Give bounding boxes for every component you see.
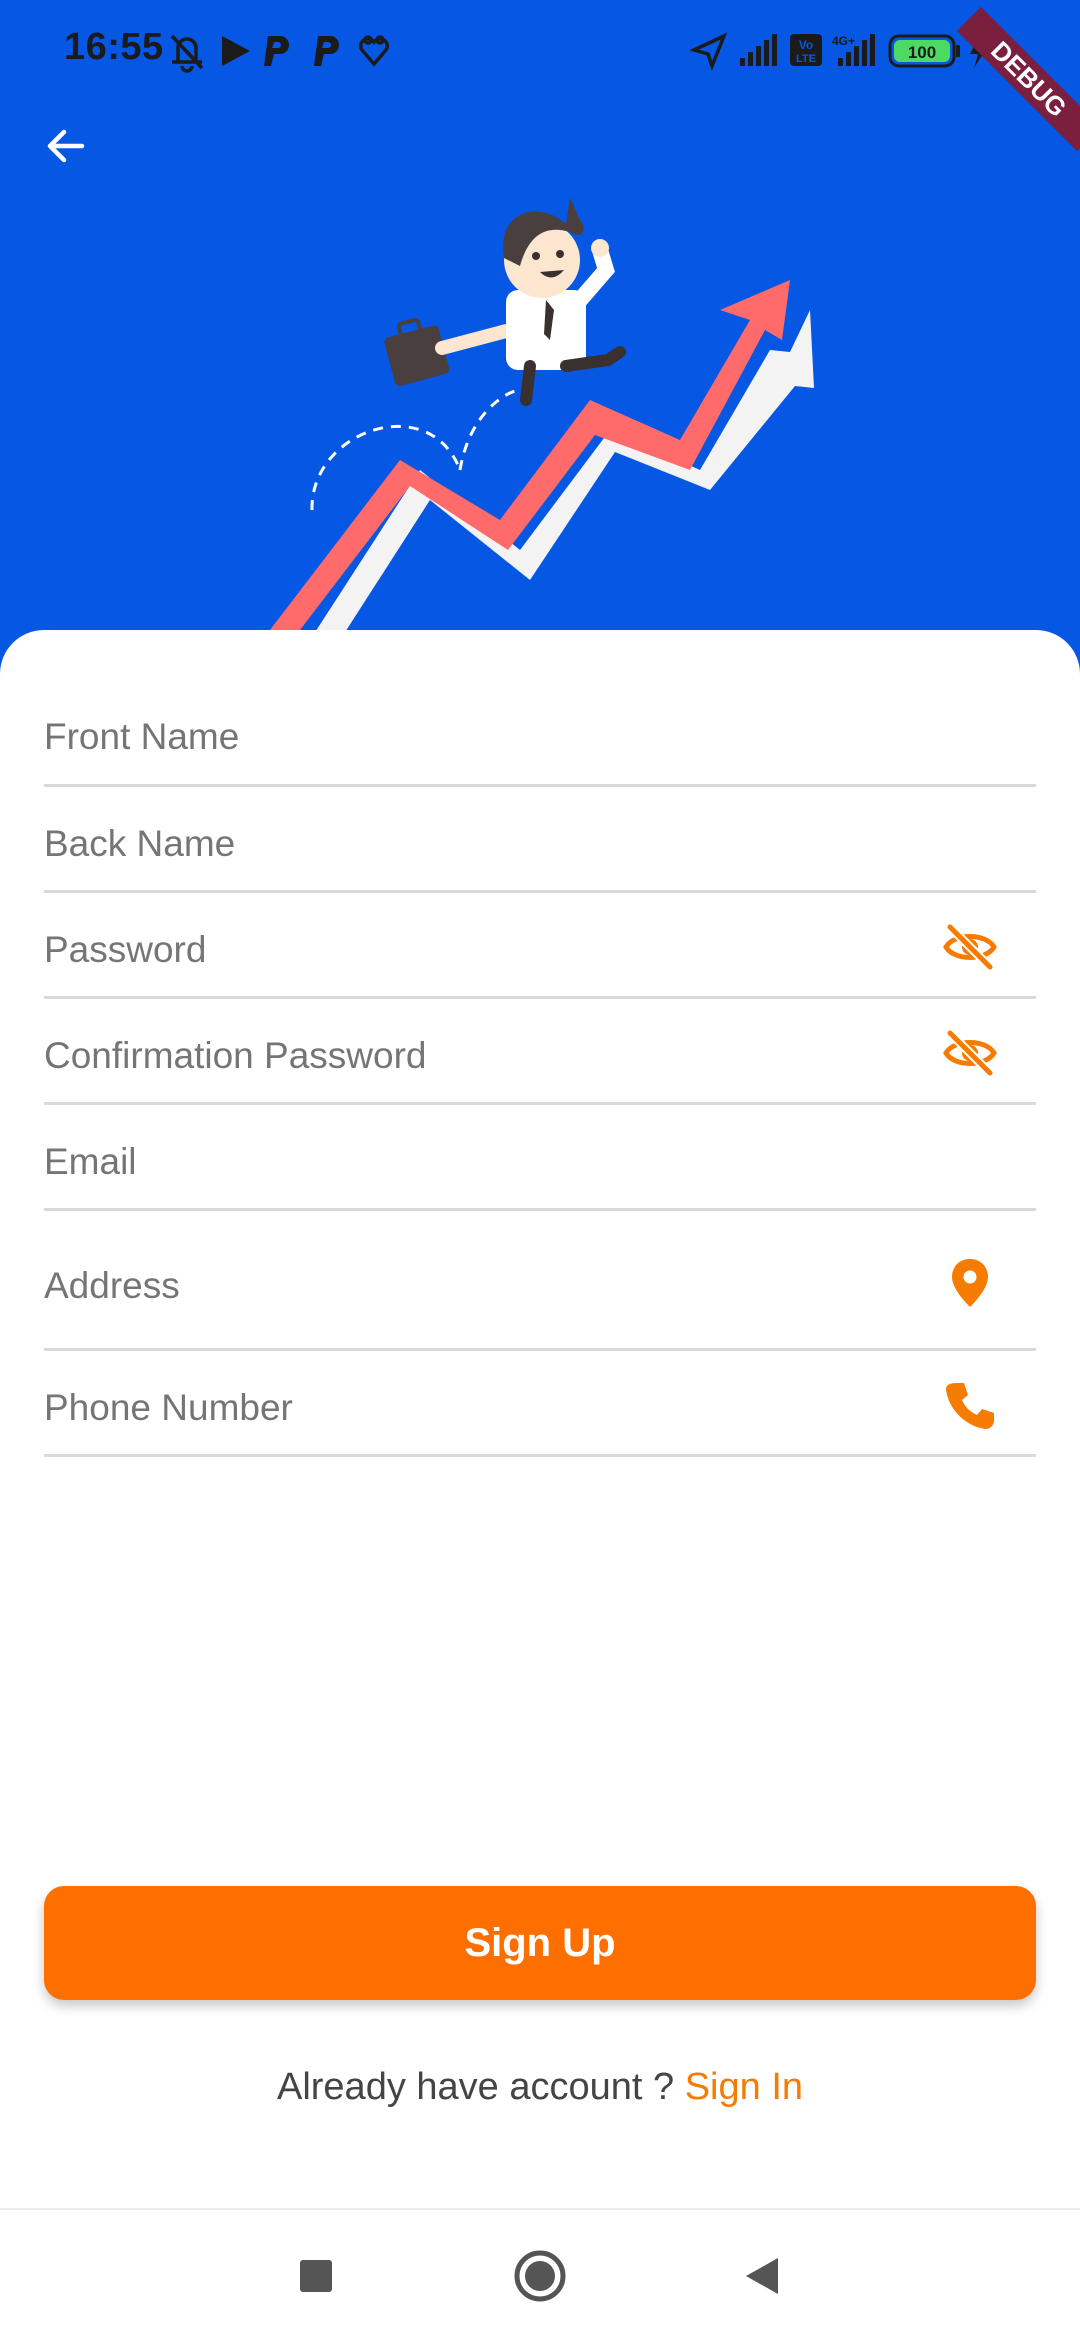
signal-icon (740, 34, 777, 66)
signin-prompt: Already have account ? Sign In (0, 2066, 1080, 2109)
status-time: 16:55 (64, 26, 164, 68)
confirmation-password-placeholder: Confirmation Password (44, 1035, 427, 1076)
businessman-growth-illustration (270, 198, 814, 640)
volte-icon: Vo LTE (790, 34, 822, 66)
password-placeholder: Password (44, 929, 207, 970)
eye-off-icon[interactable] (940, 1023, 1000, 1083)
back-name-field[interactable]: Back Name (44, 787, 1036, 893)
p-icon (314, 36, 339, 66)
home-icon[interactable] (510, 2246, 570, 2306)
header-banner: 16:55 Vo LTE 4G+ 100 DEBUG (0, 0, 1080, 680)
battery-level: 100 (908, 43, 936, 62)
location-icon (690, 32, 728, 72)
svg-text:LTE: LTE (796, 53, 816, 65)
front-name-placeholder: Front Name (44, 716, 240, 757)
email-field[interactable]: Email (44, 1105, 1036, 1211)
sign-in-link[interactable]: Sign In (685, 2066, 803, 2108)
arrow-left-icon (47, 129, 85, 163)
address-placeholder: Address (44, 1265, 180, 1306)
eye-off-icon[interactable] (940, 917, 1000, 977)
back-button[interactable] (30, 110, 102, 182)
sign-up-button[interactable]: Sign Up (44, 1886, 1036, 2000)
back-name-placeholder: Back Name (44, 823, 236, 864)
status-bar: 16:55 Vo LTE 4G+ 100 (0, 0, 1080, 100)
bell-off-icon (170, 34, 204, 73)
play-icon (222, 36, 250, 66)
system-nav-bar (0, 2208, 1080, 2342)
svg-text:Vo: Vo (799, 38, 813, 52)
heart-icon (359, 35, 389, 67)
network-signal-icon: 4G+ (832, 34, 875, 66)
status-notification-icons (170, 34, 389, 73)
battery-icon: 100 (888, 34, 960, 68)
address-field[interactable]: Address (44, 1211, 1036, 1351)
password-field[interactable]: Password (44, 893, 1036, 999)
back-triangle-icon[interactable] (734, 2246, 794, 2306)
p-icon (264, 36, 289, 66)
phone-number-placeholder: Phone Number (44, 1387, 293, 1428)
recent-apps-icon[interactable] (286, 2246, 346, 2306)
email-placeholder: Email (44, 1141, 137, 1182)
phone-number-field[interactable]: Phone Number (44, 1351, 1036, 1457)
network-type: 4G+ (832, 34, 855, 48)
front-name-field[interactable]: Front Name (44, 682, 1036, 787)
phone-icon[interactable] (940, 1375, 1000, 1435)
confirmation-password-field[interactable]: Confirmation Password (44, 999, 1036, 1105)
location-pin-icon[interactable] (940, 1253, 1000, 1313)
signin-prompt-text: Already have account ? (276, 2066, 675, 2108)
